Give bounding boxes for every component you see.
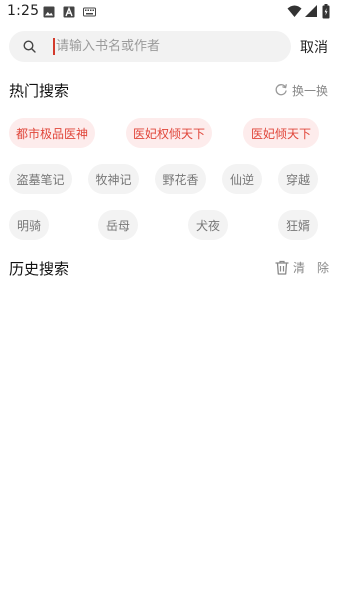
trash-icon — [275, 260, 289, 275]
search-tag[interactable]: 野花香 — [155, 164, 206, 194]
search-tag[interactable]: 狂婿 — [278, 210, 318, 240]
refresh-label: 换一换 — [292, 83, 329, 98]
search-tag[interactable]: 犬夜 — [188, 210, 228, 240]
search-icon — [23, 40, 36, 53]
search-tag[interactable]: 盗墓笔记 — [9, 164, 72, 194]
history-search-title: 历史搜索 — [9, 260, 70, 278]
keyboard-icon — [83, 7, 96, 17]
hot-tag[interactable]: 医妃权倾天下 — [126, 118, 212, 148]
search-tag[interactable]: 牧神记 — [88, 164, 139, 194]
hot-tag[interactable]: 医妃倾天下 — [243, 118, 319, 148]
hot-tag[interactable]: 都市极品医神 — [9, 118, 95, 148]
clear-label-1: 清 — [293, 260, 306, 275]
clear-label-2: 除 — [317, 260, 330, 275]
refresh-button[interactable]: 换一换 — [274, 81, 328, 99]
hot-search-title: 热门搜索 — [9, 82, 70, 100]
status-bar: 1:25 — [0, 0, 337, 24]
image-icon — [43, 6, 55, 18]
clear-history-button[interactable]: 清 除 — [275, 258, 329, 276]
search-tag[interactable]: 穿越 — [278, 164, 318, 194]
search-input[interactable] — [56, 37, 276, 56]
status-time: 1:25 — [7, 3, 40, 19]
search-tag[interactable]: 明骑 — [9, 210, 49, 240]
signal-icon — [305, 5, 317, 17]
text-cursor — [53, 38, 55, 55]
wifi-icon — [287, 5, 302, 17]
refresh-icon — [275, 84, 287, 96]
battery-icon — [322, 4, 330, 19]
search-bar[interactable] — [9, 31, 291, 62]
cancel-button[interactable]: 取消 — [300, 37, 328, 57]
a-icon — [63, 6, 75, 18]
search-tag[interactable]: 岳母 — [98, 210, 138, 240]
search-tag[interactable]: 仙逆 — [222, 164, 262, 194]
